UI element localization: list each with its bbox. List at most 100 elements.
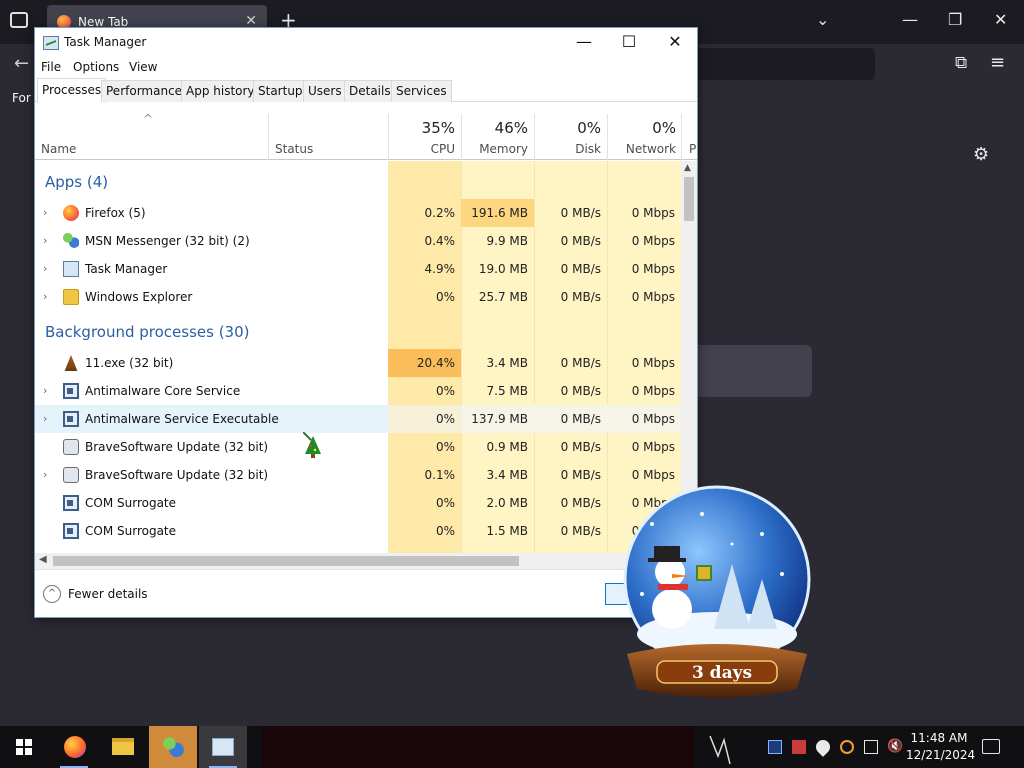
cpu-percent[interactable]: 35% bbox=[395, 119, 455, 137]
process-name-cell[interactable]: COM Surrogate bbox=[35, 517, 388, 545]
network-percent[interactable]: 0% bbox=[614, 119, 676, 137]
close-window-icon[interactable]: ✕ bbox=[994, 10, 1007, 29]
notification-icon[interactable] bbox=[982, 739, 1000, 754]
tab-services[interactable]: Services bbox=[391, 80, 452, 102]
menu-view[interactable]: View bbox=[129, 60, 157, 74]
process-row[interactable]: › MSN Messenger (32 bit) (2) 0.4% 9.9 MB 0 M… bbox=[35, 227, 681, 255]
process-name: BraveSoftware Update (32 bit) bbox=[85, 468, 269, 482]
process-name-cell[interactable]: 11.exe (32 bit) bbox=[35, 349, 388, 377]
column-cpu[interactable]: CPU bbox=[395, 142, 455, 156]
minimize-button[interactable]: — bbox=[562, 31, 606, 55]
column-divider[interactable] bbox=[268, 114, 269, 160]
process-row[interactable]: BraveSoftware Update (32 bit) 0% 0.9 MB 0 M… bbox=[35, 433, 681, 461]
tray-app-icon[interactable] bbox=[768, 740, 782, 754]
chevron-right-icon[interactable]: › bbox=[43, 262, 47, 275]
process-name-cell[interactable]: › Windows Explorer bbox=[35, 283, 388, 311]
disk-value: 0 MB/s bbox=[560, 290, 601, 304]
cpu-value: 4.9% bbox=[424, 262, 456, 276]
menu-options[interactable]: Options bbox=[73, 60, 119, 74]
column-disk[interactable]: Disk bbox=[541, 142, 601, 156]
tab-app-history[interactable]: App history bbox=[181, 80, 260, 102]
memory-value: 25.7 MB bbox=[478, 290, 528, 304]
taskbar-firefox-button[interactable] bbox=[50, 726, 98, 768]
process-row[interactable]: › Windows Explorer 0% 25.7 MB 0 MB/s 0 Mbps bbox=[35, 283, 681, 311]
process-name-cell[interactable]: BraveSoftware Update (32 bit) bbox=[35, 433, 388, 461]
memory-value: 137.9 MB bbox=[461, 405, 534, 433]
column-divider[interactable] bbox=[388, 114, 389, 160]
tab-list-icon[interactable] bbox=[10, 12, 28, 28]
tray-network-share-icon[interactable] bbox=[792, 740, 806, 754]
chevron-right-icon[interactable]: › bbox=[43, 206, 47, 219]
tab-startup[interactable]: Startup bbox=[253, 80, 308, 102]
process-name-cell[interactable]: › Task Manager bbox=[35, 255, 388, 283]
process-row[interactable]: › BraveSoftware Update (32 bit) 0.1% 3.4 MB… bbox=[35, 461, 681, 489]
taskbar-explorer-button[interactable] bbox=[99, 726, 147, 768]
brave-update-icon bbox=[63, 439, 79, 455]
chevron-right-icon[interactable]: › bbox=[43, 290, 47, 303]
clock-date[interactable]: 12/21/2024 bbox=[906, 748, 975, 762]
process-name-cell[interactable]: › BraveSoftware Update (32 bit) bbox=[35, 461, 388, 489]
process-row[interactable]: › Firefox (5) 0.2% 191.6 MB 0 MB/s 0 Mbps bbox=[35, 199, 681, 227]
gear-icon[interactable]: ⚙ bbox=[973, 144, 989, 165]
tab-details[interactable]: Details bbox=[344, 80, 396, 102]
process-name-cell[interactable]: › MSN Messenger (32 bit) (2) bbox=[35, 227, 388, 255]
clock-time[interactable]: 11:48 AM bbox=[908, 731, 970, 745]
process-name-cell[interactable]: › Antimalware Service Executable bbox=[35, 405, 388, 433]
column-status[interactable]: Status bbox=[275, 142, 313, 156]
close-button[interactable]: ✕ bbox=[653, 31, 697, 55]
chevron-right-icon[interactable]: › bbox=[43, 468, 47, 481]
extensions-icon[interactable]: ⧉ bbox=[955, 53, 967, 73]
scroll-thumb[interactable] bbox=[53, 556, 519, 566]
chevron-right-icon[interactable]: › bbox=[43, 384, 47, 397]
network-icon[interactable] bbox=[864, 740, 878, 754]
maximize-button[interactable]: ☐ bbox=[607, 31, 651, 55]
column-memory[interactable]: Memory bbox=[468, 142, 528, 156]
menu-file[interactable]: File bbox=[41, 60, 61, 74]
minimize-icon[interactable]: — bbox=[902, 10, 918, 29]
process-row[interactable]: › Antimalware Core Service 0% 7.5 MB 0 MB/s 0… bbox=[35, 377, 681, 405]
windows-start-icon[interactable] bbox=[0, 726, 48, 768]
column-network[interactable]: Network bbox=[614, 142, 676, 156]
taskbar-task-manager-button[interactable] bbox=[199, 726, 247, 768]
column-divider[interactable] bbox=[461, 114, 462, 160]
scroll-left-icon[interactable]: ◀ bbox=[39, 554, 47, 565]
process-row[interactable]: COM Surrogate0%1.5 MB0 MB/s0 Mbps bbox=[35, 517, 681, 545]
tab-processes[interactable]: Processes bbox=[37, 78, 107, 103]
url-bar[interactable] bbox=[690, 48, 875, 80]
column-power-truncated[interactable]: P bbox=[689, 142, 696, 156]
process-row[interactable]: › Antimalware Service Executable 0% 137.9 M… bbox=[35, 405, 681, 433]
process-name-cell[interactable]: › Antimalware Core Service bbox=[35, 377, 388, 405]
group-title: Background processes (30) bbox=[45, 323, 250, 341]
chevron-right-icon[interactable]: › bbox=[43, 412, 47, 425]
column-name[interactable]: Name bbox=[41, 142, 76, 156]
process-row[interactable]: › Task Manager 4.9% 19.0 MB 0 MB/s 0 Mbps bbox=[35, 255, 681, 283]
taskbar-msn-button[interactable] bbox=[149, 726, 197, 768]
tray-search-icon[interactable] bbox=[840, 740, 854, 754]
column-divider[interactable] bbox=[607, 114, 608, 160]
process-row[interactable]: 11.exe (32 bit) 20.4% 3.4 MB 0 MB/s 0 Mbps bbox=[35, 349, 681, 377]
collapse-circle-icon[interactable]: ^ bbox=[43, 585, 61, 603]
search-card[interactable] bbox=[688, 345, 812, 397]
tray-drop-icon[interactable] bbox=[813, 737, 833, 757]
tab-performance[interactable]: Performance bbox=[101, 80, 188, 102]
chevron-right-icon[interactable]: › bbox=[43, 234, 47, 247]
fewer-details-link[interactable]: Fewer details bbox=[68, 587, 148, 601]
back-arrow-icon[interactable]: ← bbox=[14, 53, 29, 74]
column-divider[interactable] bbox=[681, 114, 682, 160]
hamburger-menu-icon[interactable]: ≡ bbox=[990, 52, 1005, 73]
process-name-cell[interactable]: COM Surrogate bbox=[35, 489, 388, 517]
disk-percent[interactable]: 0% bbox=[541, 119, 601, 137]
scroll-up-icon[interactable]: ▲ bbox=[684, 163, 691, 173]
restore-icon[interactable]: ❐ bbox=[948, 10, 962, 29]
chevron-down-icon[interactable]: ⌄ bbox=[816, 10, 829, 29]
memory-percent[interactable]: 46% bbox=[468, 119, 528, 137]
cpu-value: 0% bbox=[435, 290, 455, 304]
process-name-cell[interactable]: › Firefox (5) bbox=[35, 199, 388, 227]
horizontal-scrollbar[interactable]: ◀ bbox=[35, 553, 681, 569]
christmas-tree-icon bbox=[303, 432, 321, 458]
scroll-thumb[interactable] bbox=[684, 177, 694, 221]
tab-users[interactable]: Users bbox=[303, 80, 347, 102]
process-row[interactable]: COM Surrogate 0% 2.0 MB 0 MB/s 0 Mbps bbox=[35, 489, 681, 517]
volume-muted-icon[interactable]: 🔇 bbox=[887, 740, 903, 754]
column-divider[interactable] bbox=[534, 114, 535, 160]
